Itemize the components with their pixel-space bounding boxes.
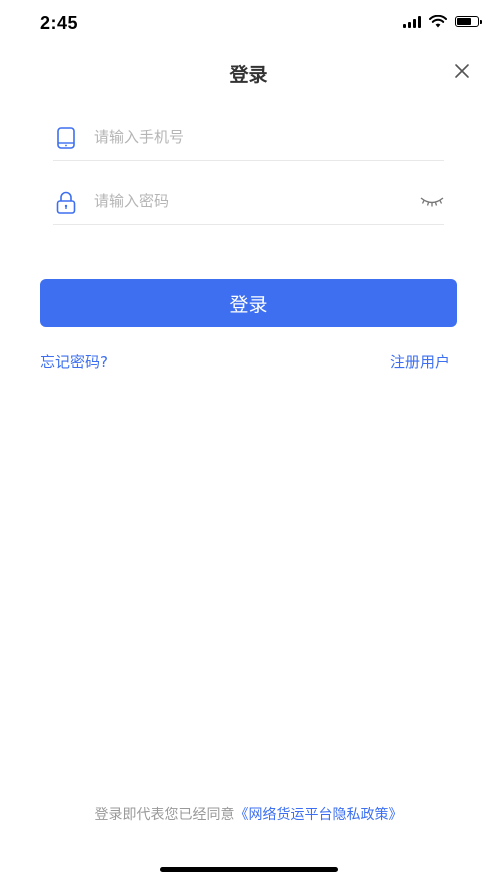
- close-icon[interactable]: [453, 62, 471, 80]
- eye-closed-icon[interactable]: [420, 194, 444, 208]
- status-icons: [403, 15, 482, 28]
- phone-field: [53, 116, 444, 161]
- phone-icon: [57, 127, 75, 149]
- forgot-password-link[interactable]: 忘记密码?: [40, 351, 108, 372]
- password-field: [53, 180, 444, 225]
- wifi-icon: [429, 15, 447, 28]
- phone-input[interactable]: [94, 124, 394, 150]
- lock-icon: [56, 191, 76, 214]
- register-link[interactable]: 注册用户: [390, 351, 450, 372]
- login-button[interactable]: 登录: [40, 279, 457, 327]
- battery-icon: [455, 16, 482, 27]
- status-time: 2:45: [40, 13, 79, 33]
- page-title: 登录: [229, 64, 268, 86]
- password-input[interactable]: [94, 188, 394, 214]
- signal-icon: [403, 15, 421, 28]
- privacy-policy-link[interactable]: 《网络货运平台隐私政策》: [235, 807, 403, 823]
- agreement-text: 登录即代表您已经同意《网络货运平台隐私政策》: [0, 804, 497, 824]
- status-bar: 2:45: [0, 0, 497, 50]
- home-indicator[interactable]: [160, 867, 338, 872]
- agreement-prefix: 登录即代表您已经同意: [94, 807, 235, 823]
